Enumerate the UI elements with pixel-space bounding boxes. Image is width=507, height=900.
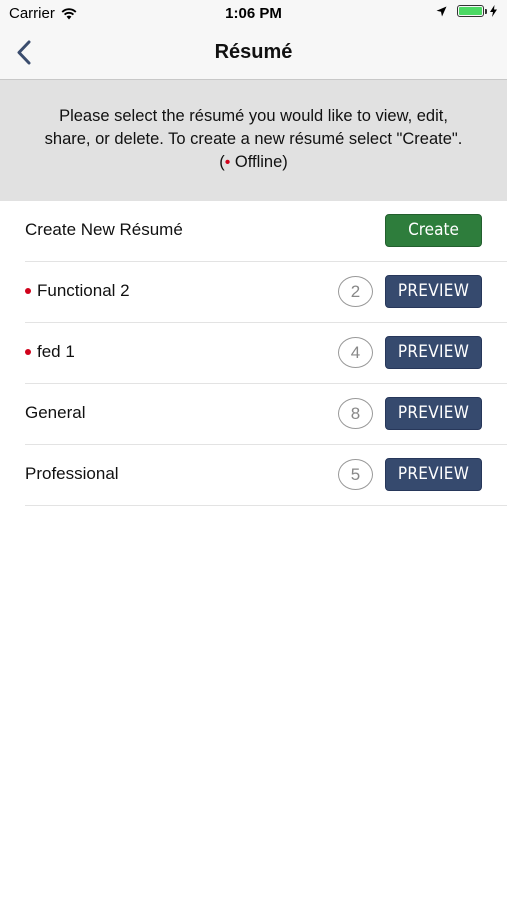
status-right <box>436 5 497 17</box>
resume-count-badge: 5 <box>338 459 373 490</box>
instructions-line-1: Please select the résumé you would like … <box>59 107 448 125</box>
resume-row[interactable]: fed 1 4 PREVIEW <box>25 323 507 384</box>
location-arrow-icon <box>436 6 447 16</box>
resume-row[interactable]: Professional 5 PREVIEW <box>25 445 507 506</box>
offline-legend: (• Offline) <box>219 153 288 171</box>
navigation-bar: Résumé <box>0 28 507 80</box>
resume-list: Create New Résumé Create Functional 2 2 PR… <box>0 201 507 506</box>
resume-count-badge: 8 <box>338 398 373 429</box>
instructions-line-2: share, or delete. To create a new résumé… <box>44 130 463 148</box>
offline-dot-icon <box>25 349 31 355</box>
resume-row[interactable]: General 8 PREVIEW <box>25 384 507 445</box>
battery-icon <box>457 5 487 17</box>
status-time: 1:06 PM <box>225 5 282 22</box>
preview-button[interactable]: PREVIEW <box>385 397 482 430</box>
status-bar: Carrier 1:06 PM <box>0 0 507 28</box>
resume-name: Functional 2 <box>25 281 130 301</box>
preview-button[interactable]: PREVIEW <box>385 458 482 491</box>
create-row-label: Create New Résumé <box>25 220 183 239</box>
battery-level <box>459 7 482 15</box>
resume-name: Professional <box>25 464 119 484</box>
resume-name-text: Professional <box>25 464 119 483</box>
resume-name-text: fed 1 <box>37 342 75 361</box>
page-title: Résumé <box>214 41 293 63</box>
resume-count-badge: 4 <box>338 337 373 368</box>
resume-name-text: General <box>25 403 86 422</box>
resume-name: General <box>25 403 85 423</box>
preview-button[interactable]: PREVIEW <box>385 336 482 369</box>
resume-name-text: Functional 2 <box>37 281 130 300</box>
create-button[interactable]: Create <box>385 214 482 247</box>
resume-name: fed 1 <box>25 342 75 362</box>
charging-bolt-icon <box>490 5 497 17</box>
offline-dot-icon <box>25 288 31 294</box>
preview-button[interactable]: PREVIEW <box>385 275 482 308</box>
resume-count-badge: 2 <box>338 276 373 307</box>
resume-row[interactable]: Functional 2 2 PREVIEW <box>25 262 507 323</box>
create-row: Create New Résumé Create <box>25 201 507 262</box>
instructions-banner: Please select the résumé you would like … <box>0 80 507 201</box>
